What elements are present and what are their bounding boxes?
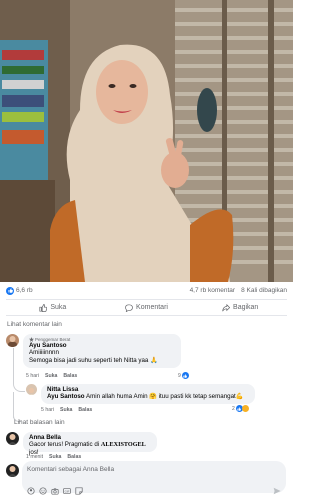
comment-text-line1: Amiiiiinnnn [29,349,59,356]
comment-placeholder: Komentari sebagai Anna Bella [27,466,115,473]
like-count[interactable]: 6,6 rb [16,287,33,294]
comment-label: Komentari [136,304,168,311]
camera-icon[interactable] [51,482,59,495]
reaction-count: 2 [232,405,235,412]
send-icon[interactable] [273,482,281,495]
reply-meta: 5 hari Suka Balas [41,407,92,413]
comment-text-line2: Semoga bisa jadi suhu seperti teh Nitta … [29,357,158,364]
like-label: Suka [50,304,67,311]
comment-text-brand: ALEXISTOGEL [100,441,146,448]
reply-author[interactable]: Nitta Lissa [47,386,249,393]
gif-icon[interactable]: GIF [63,482,71,494]
reply-bubble: Nitta Lissa Ayu Santoso Amin allah huma … [41,384,255,404]
like-button[interactable]: Suka [6,303,100,312]
comment-ayu: Penggemar Berat Ayu Santoso Amiiiiinnnn … [6,334,181,368]
comment-reactions[interactable]: 9 [177,372,190,379]
comment-meta: 5 hari Suka Balas [26,373,77,379]
comment-text-prefix: Gacor terus! Pragmatic di [29,441,101,448]
thread-line [13,392,14,418]
comment-reply-button[interactable]: Balas [63,373,77,379]
comment-count[interactable]: 4,7 rb komentar [190,287,236,294]
comment-bubble: Penggemar Berat Ayu Santoso Amiiiiinnnn … [23,334,181,368]
comment-anna: Anna Bella Gacor terus! Pragmatic di ALE… [6,432,157,456]
sticker-icon[interactable] [75,482,83,495]
avatar[interactable] [6,334,19,347]
mention-link[interactable]: Ayu Santoso [47,393,85,400]
see-more-replies-link[interactable]: Lihat balasan lain [14,419,65,426]
like-icon [39,303,48,312]
see-more-comments-link[interactable]: Lihat komentar lain [7,321,62,328]
care-reaction-icon [241,405,249,412]
post-photo[interactable] [0,0,293,282]
emoji-icon[interactable] [39,482,47,495]
comment-icon [125,303,133,312]
comment-input[interactable]: Komentari sebagai Anna Bella GIF [22,461,286,495]
avatar[interactable] [6,432,19,445]
svg-text:GIF: GIF [65,489,70,493]
composer-icons: GIF [27,482,83,495]
like-reaction-icon [181,372,189,379]
comment-author[interactable]: Anna Bella [29,434,151,441]
reaction-count: 9 [178,372,181,379]
comment-button[interactable]: Komentari [100,303,194,312]
reply-like-button[interactable]: Suka [60,407,72,413]
reply-text: Amin allah huma Amin 🤗 ituu pasti kk tet… [85,393,244,400]
share-label: Bagikan [233,304,259,311]
reply-reply-button[interactable]: Balas [78,407,92,413]
share-icon [222,303,231,311]
reply-nitta: Nitta Lissa Ayu Santoso Amin allah huma … [26,384,255,404]
post-image [0,0,293,282]
comment-time[interactable]: 5 hari [26,373,39,379]
comment-author[interactable]: Ayu Santoso [29,342,175,349]
comment-composer: Komentari sebagai Anna Bella GIF [0,458,293,500]
post-stats: 6,6 rb 4,7 rb komentar 8 Kali dibagikan [0,282,293,299]
reply-reactions[interactable]: 2 [231,405,250,412]
post-action-bar: Suka Komentari Bagikan [6,299,287,316]
avatar-sticker-icon[interactable] [27,482,35,495]
composer-avatar [6,464,19,477]
share-count[interactable]: 8 Kali dibagikan [241,287,287,294]
like-reaction-icon [6,286,14,295]
reply-time[interactable]: 5 hari [41,407,54,413]
share-button[interactable]: Bagikan [193,303,287,312]
comment-bubble: Anna Bella Gacor terus! Pragmatic di ALE… [23,432,157,456]
comment-like-button[interactable]: Suka [45,373,57,379]
see-more-replies-label: Lihat balasan lain [14,419,65,426]
avatar[interactable] [26,384,37,395]
thread-curve [13,383,25,392]
